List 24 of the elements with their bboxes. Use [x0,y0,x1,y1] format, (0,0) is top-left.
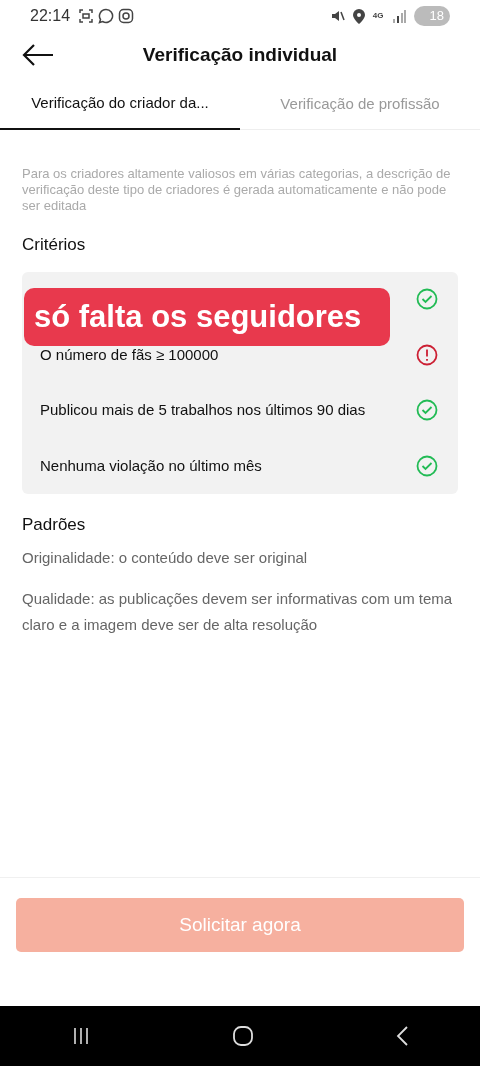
standard-text: Qualidade: as publicações devem ser informativas com um tema claro e a imagem deve ser de alta resolução [22,589,454,635]
tab[interactable]: Verificação do criador da... [0,78,240,130]
criterion-text: Nenhuma violação no último mês [40,455,262,476]
criterion-text: O número de fãs ≥ 100000 [40,344,219,365]
status-time: 22:14 [30,6,71,26]
section-title: Padrões [22,513,87,536]
criterion-text: Publicou mais de 5 trabalhos nos últimos 90 dias [40,400,366,420]
mute-icon [330,9,345,23]
tab[interactable]: Verificação de profissão [240,78,480,130]
network-label: 4G [372,10,384,22]
back-nav-icon[interactable] [395,1025,410,1047]
description-text: Para os criadores altamente valiosos em várias categorias, a descrição de verificação deste tipo de criadores é gerada automaticamente e não pode ser editada [22,166,452,214]
section-title: Critérios [22,234,87,256]
back-icon[interactable] [22,44,54,66]
location-icon [352,8,365,24]
camera-icon [118,8,135,24]
page-title: Verificação individual [141,42,339,67]
signal-icon [391,9,406,23]
battery-indicator: 18 [413,6,450,26]
standard-text: Originalidade: o conteúdo deve ser original [22,548,309,568]
caption-overlay: só falta os seguidores [24,288,390,346]
home-icon[interactable] [232,1025,254,1047]
chat-icon [98,8,115,24]
screenshot-icon [78,8,95,24]
